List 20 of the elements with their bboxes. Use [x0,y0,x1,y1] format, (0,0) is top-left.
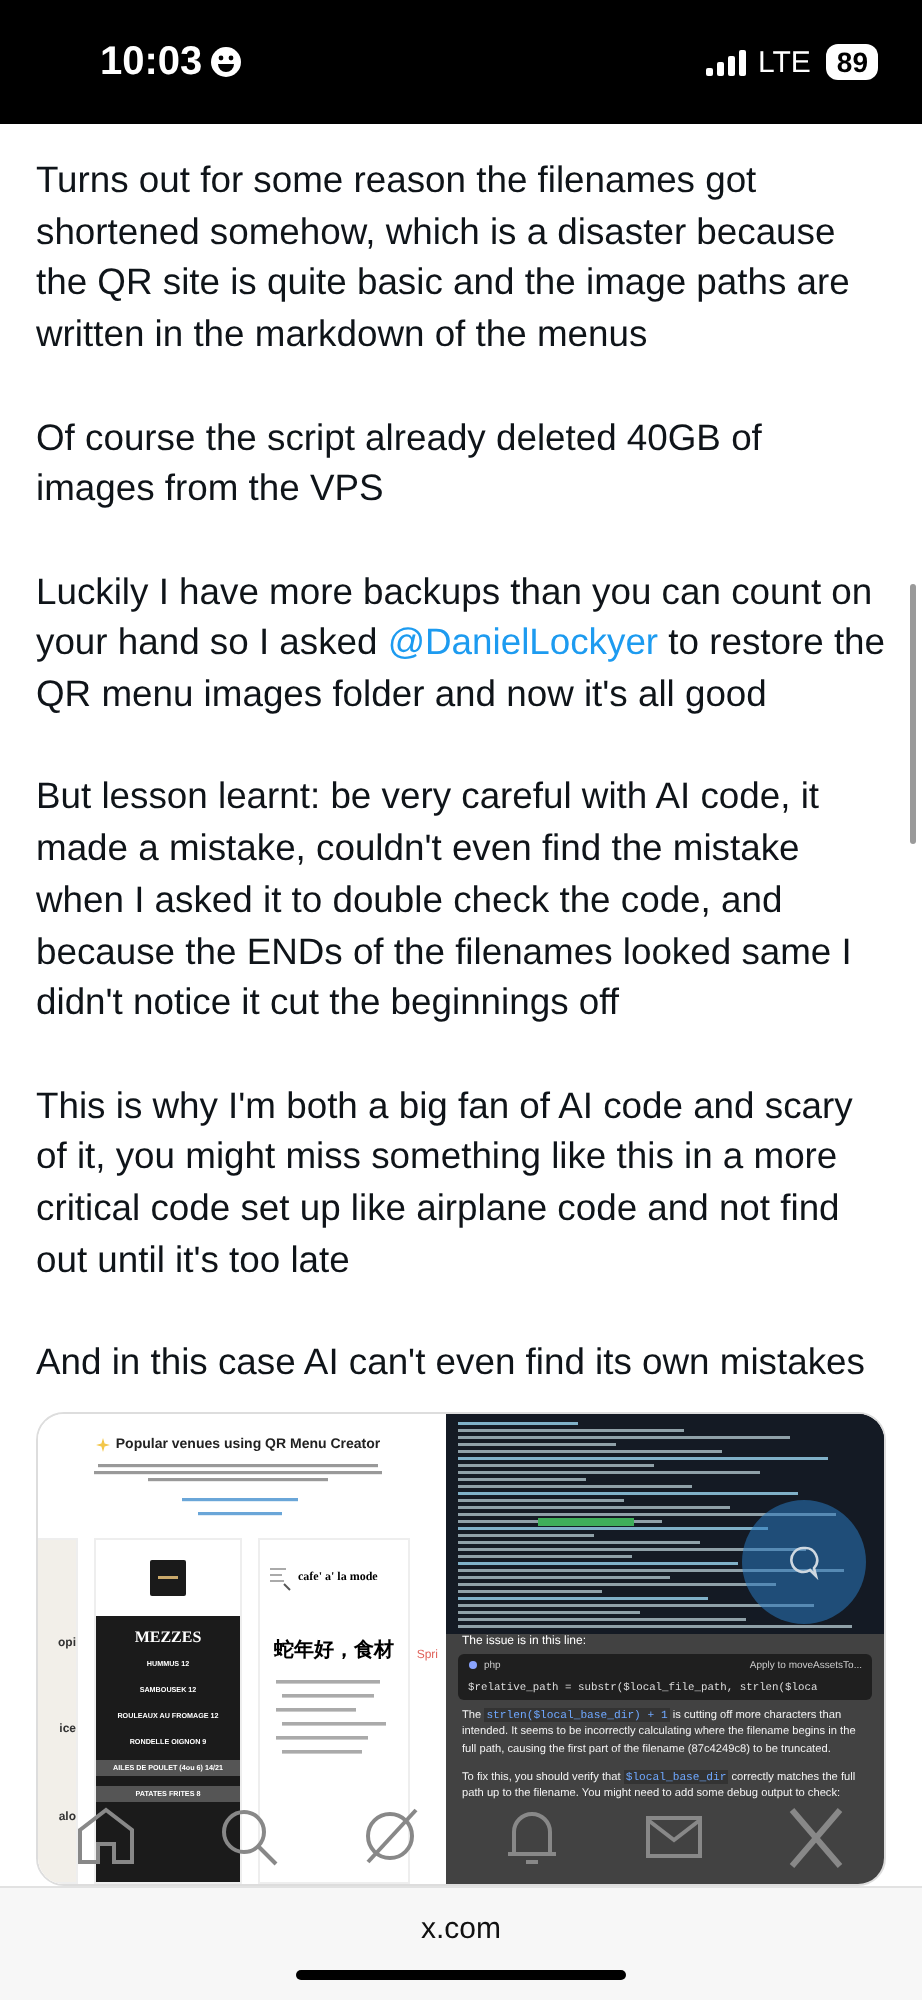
venue-logo-icon [150,1559,186,1596]
smiley-icon [210,46,243,78]
menu-heading: MEZZES [134,1627,202,1646]
tweet-paragraph: This is why I'm both a big fan of AI code and scary of it, you might miss something like this in a more critical code set up like airplane code and not find out until it's too late [36,1081,855,1284]
sparkle-icon [95,1437,110,1452]
speech-bubble-icon [786,1543,822,1580]
tweet-paragraph: But lesson learnt: be very careful with AI code, it made a mistake, couldn't even find the mistake when I asked it to double check the code, and because the ENDs of the filenames looked same I didn't notice it cut the beginnings off [36,772,854,1027]
menu-heading: 蛇年好，食材 [272,1637,396,1664]
tweet-paragraph: Luckily I have more backups than you can count on your hand so I asked @DanielLockyer to restore the QR menu images folder and now it's all good [36,567,886,718]
signal-icon [706,49,747,75]
code-icon [468,1660,478,1671]
tweet-paragraph: Of course the script already deleted 40GB of images from the VPS [36,413,764,513]
battery-level: 89 [826,44,878,80]
network-label: LTE [758,45,811,79]
time: 10:03 [100,39,203,85]
tweet-paragraph: Turns out for some reason the filenames got shortened somehow, which is a disaster because the QR site is quite basic and the image paths are written in the markdown of the menus [36,156,852,359]
tweet-paragraph: And in this case AI can't even find its own mistakes [36,1338,867,1387]
cafe-logo-icon [268,1563,292,1592]
url-label[interactable]: x.com [420,1911,501,1946]
home-indicator[interactable] [296,1969,626,1980]
